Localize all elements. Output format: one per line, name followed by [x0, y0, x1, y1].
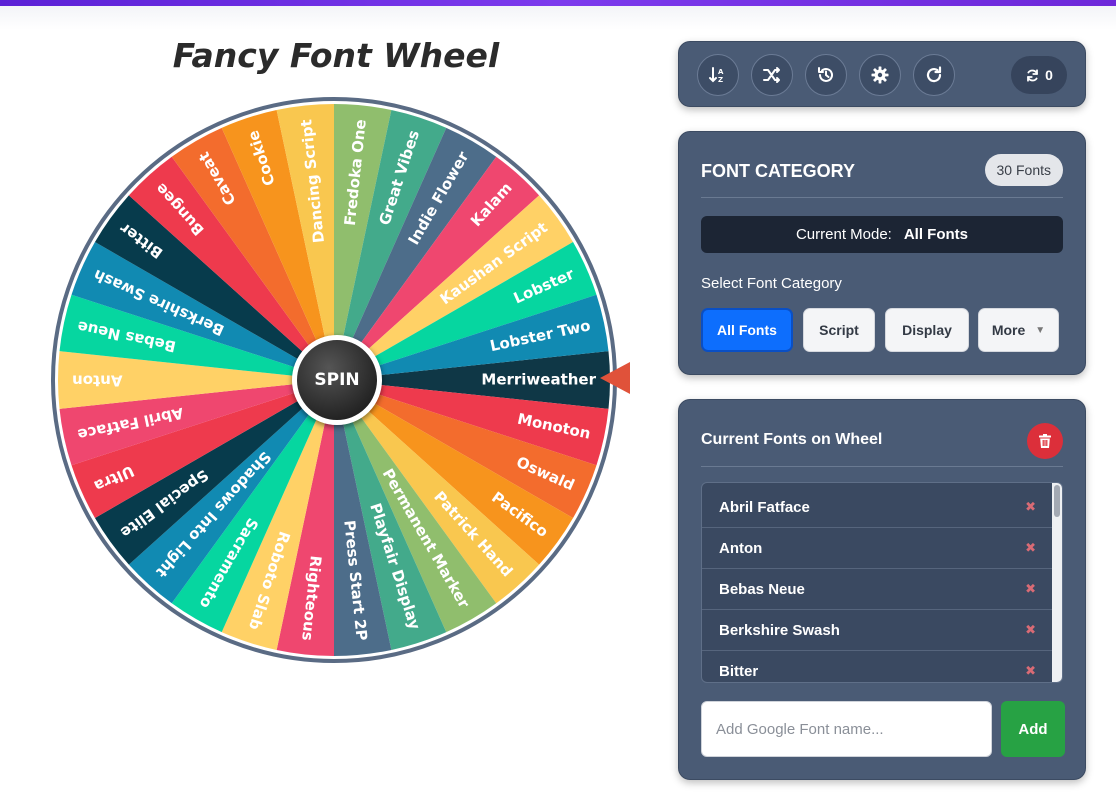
page-title: Fancy Font Wheel — [172, 36, 500, 75]
svg-text:Z: Z — [718, 76, 723, 84]
select-category-label: Select Font Category — [701, 275, 842, 292]
clear-all-button[interactable] — [1027, 423, 1063, 459]
category-more-dropdown[interactable]: More ▼ — [978, 308, 1059, 352]
list-item: Berkshire Swash ✖ — [702, 610, 1054, 651]
current-mode-bar: Current Mode: All Fonts — [701, 216, 1063, 253]
mode-label: Current Mode: — [795, 226, 892, 243]
font-name: Abril Fatface — [719, 498, 810, 516]
remove-font-button[interactable]: ✖ — [1025, 581, 1036, 597]
settings-button[interactable] — [859, 54, 901, 96]
remove-font-button[interactable]: ✖ — [1025, 540, 1036, 556]
font-name: Anton — [719, 539, 763, 557]
spin-button[interactable]: SPIN — [292, 335, 382, 425]
list-item: Bitter ✖ — [702, 651, 1054, 682]
category-heading: FONT CATEGORY — [701, 161, 855, 181]
toolbar-panel: A Z 0 — [678, 41, 1086, 107]
current-fonts-panel: Current Fonts on Wheel Abril Fatface ✖ A… — [678, 399, 1086, 780]
gear-icon — [871, 66, 889, 84]
remove-font-button[interactable]: ✖ — [1025, 663, 1036, 679]
list-item: Bebas Neue ✖ — [702, 569, 1054, 610]
reset-button[interactable] — [913, 54, 955, 96]
history-icon — [818, 67, 833, 82]
font-name: Bitter — [719, 662, 759, 680]
wheel-segment-label: Merriweather — [481, 371, 596, 389]
list-item: Abril Fatface ✖ — [702, 487, 1054, 528]
font-count-badge: 30 Fonts — [984, 154, 1063, 186]
shuffle-button[interactable] — [751, 54, 793, 96]
remove-font-button[interactable]: ✖ — [1025, 622, 1036, 638]
scrollbar-thumb[interactable] — [1054, 485, 1060, 517]
list-scrollbar[interactable] — [1052, 483, 1062, 682]
add-font-input[interactable] — [701, 701, 992, 757]
sort-button[interactable]: A Z — [697, 54, 739, 96]
sync-icon — [1027, 68, 1038, 82]
fonts-heading: Current Fonts on Wheel — [701, 431, 883, 448]
sort-icon: A Z — [709, 67, 724, 84]
reset-icon — [926, 66, 942, 83]
font-name: Berkshire Swash — [719, 621, 840, 639]
more-label: More — [991, 322, 1026, 338]
caret-down-icon: ▼ — [1035, 324, 1046, 336]
category-divider — [701, 197, 1063, 198]
history-button[interactable] — [805, 54, 847, 96]
mode-value: All Fonts — [903, 226, 969, 243]
add-font-button[interactable]: Add — [1001, 701, 1065, 757]
trash-icon — [1039, 434, 1051, 448]
font-list[interactable]: Abril Fatface ✖ Anton ✖ Bebas Neue ✖ Ber… — [701, 482, 1063, 683]
fonts-divider — [701, 466, 1063, 467]
category-display-button[interactable]: Display — [885, 308, 969, 352]
category-script-button[interactable]: Script — [803, 308, 875, 352]
font-category-panel: FONT CATEGORY 30 Fonts Current Mode: All… — [678, 131, 1086, 375]
remove-font-button[interactable]: ✖ — [1025, 499, 1036, 515]
font-wheel[interactable]: Merriweather Monoton Oswald Pacifico Patrick… — [50, 96, 618, 664]
svg-text:A: A — [718, 68, 724, 76]
font-name: Bebas Neue — [719, 580, 805, 598]
wheel-segment-label: Anton — [72, 372, 122, 390]
header-shade — [0, 6, 1116, 30]
shuffle-icon — [763, 67, 780, 83]
category-all-fonts-button[interactable]: All Fonts — [701, 308, 793, 352]
spin-count: 0 — [1045, 67, 1053, 83]
spin-counter: 0 — [1011, 56, 1067, 94]
list-item: Anton ✖ — [702, 528, 1054, 569]
wheel-pointer-icon — [600, 362, 630, 394]
